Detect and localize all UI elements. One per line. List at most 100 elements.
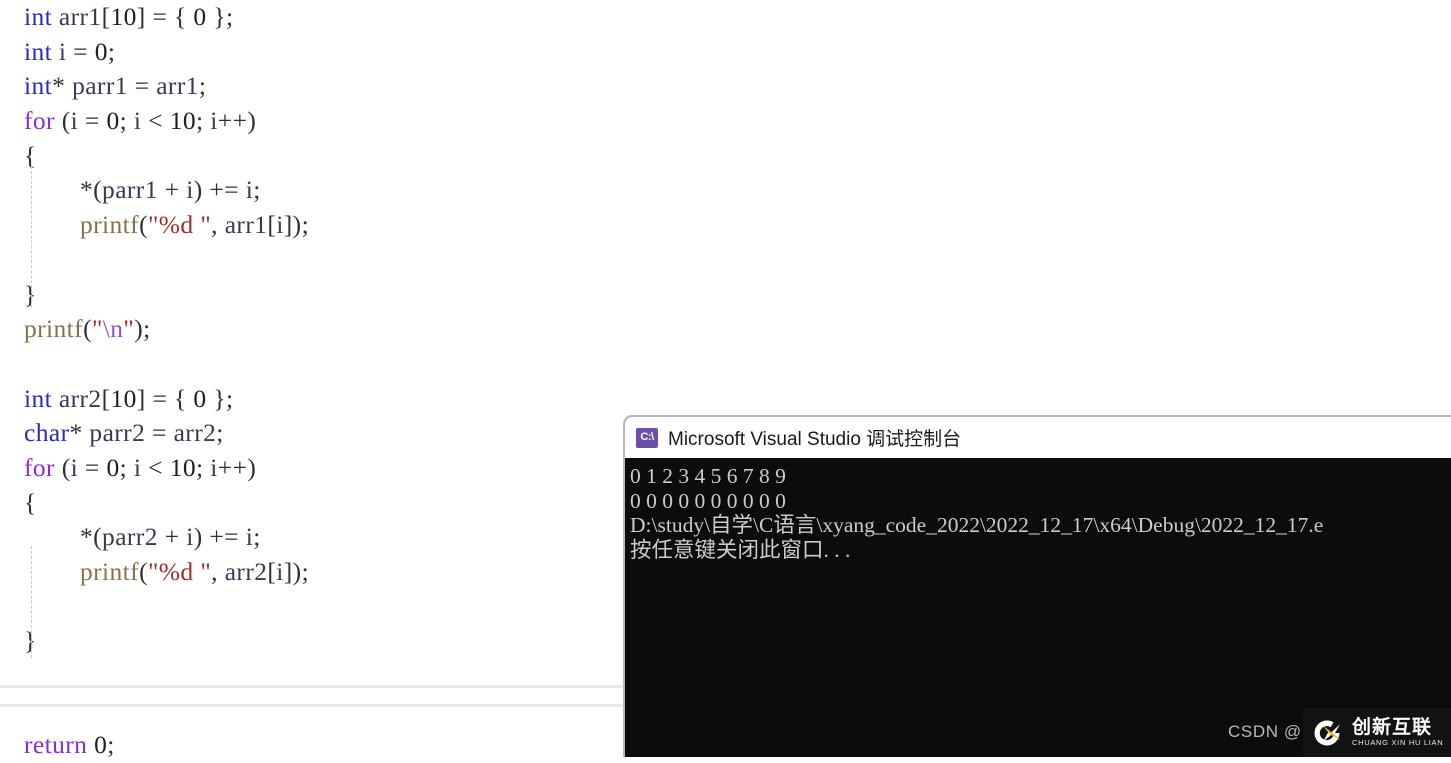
csdn-watermark-label: CSDN @ bbox=[1228, 722, 1302, 741]
code-token: ( bbox=[54, 106, 71, 136]
code-token: ]); bbox=[283, 210, 310, 240]
code-token: printf bbox=[24, 314, 84, 344]
code-line[interactable] bbox=[0, 347, 1451, 382]
code-token: \n bbox=[102, 314, 124, 344]
code-token: return bbox=[24, 730, 88, 760]
code-token: ; bbox=[196, 106, 211, 136]
code-line[interactable]: } bbox=[0, 278, 1451, 313]
code-token: int bbox=[24, 2, 53, 31]
code-token: ) += bbox=[193, 522, 246, 552]
console-app-icon: C:\ bbox=[636, 427, 658, 448]
code-token: { bbox=[24, 487, 37, 517]
code-token: 10 bbox=[169, 106, 197, 136]
code-token: 0 bbox=[106, 106, 120, 136]
csdn-watermark: CSDN @ bbox=[1228, 722, 1302, 742]
code-token: ) += bbox=[193, 175, 246, 205]
code-token: arr1 bbox=[156, 71, 199, 101]
code-token: = bbox=[78, 452, 107, 482]
code-token: for bbox=[24, 452, 55, 482]
console-output-line: 0 1 2 3 4 5 6 7 8 9 bbox=[630, 464, 786, 488]
code-token: parr2 bbox=[89, 418, 146, 448]
brand-logo: 创新互联 CHUANG XIN HU LIAN bbox=[1303, 708, 1451, 757]
code-token: i bbox=[276, 210, 284, 240]
code-token: ; bbox=[216, 418, 224, 448]
console-window[interactable]: C:\ Microsoft Visual Studio 调试控制台 0 1 2 … bbox=[623, 415, 1451, 757]
code-line[interactable]: for (i = 0; i < 10; i++) bbox=[0, 104, 1451, 139]
code-token: i bbox=[70, 106, 79, 136]
brand-logo-pinyin: CHUANG XIN HU LIAN bbox=[1352, 737, 1444, 747]
code-token: + bbox=[157, 175, 187, 205]
code-token: ; bbox=[107, 36, 116, 66]
code-token: int bbox=[24, 71, 53, 101]
code-token: "%d " bbox=[147, 210, 212, 240]
code-line[interactable]: { bbox=[0, 139, 1451, 174]
console-titlebar[interactable]: C:\ Microsoft Visual Studio 调试控制台 bbox=[625, 417, 1451, 458]
code-token: ; bbox=[119, 452, 134, 482]
console-output-line: D:\study\自学\C语言\xyang_code_2022\2022_12_… bbox=[630, 513, 1324, 537]
code-token: ; bbox=[253, 522, 261, 552]
code-token: ; bbox=[198, 71, 207, 101]
brand-logo-mark-icon bbox=[1309, 715, 1345, 751]
code-line[interactable]: *(parr1 + i) += i; bbox=[0, 173, 1451, 208]
code-token: 10 bbox=[169, 452, 197, 482]
code-token: }; bbox=[206, 2, 234, 31]
code-line[interactable]: int i = 0; bbox=[0, 35, 1451, 70]
code-line[interactable]: int arr2[10] = { 0 }; bbox=[0, 382, 1451, 417]
code-token: ]); bbox=[283, 557, 310, 586]
code-token: ); bbox=[134, 314, 151, 344]
code-token: " bbox=[91, 314, 103, 344]
code-token: * bbox=[52, 71, 73, 101]
code-token: parr2 bbox=[102, 522, 158, 552]
indent-guide-block-1 bbox=[31, 166, 33, 308]
code-token: for bbox=[24, 106, 55, 136]
code-token: printf bbox=[80, 210, 140, 240]
code-token: *( bbox=[80, 522, 103, 552]
code-token: i bbox=[276, 557, 284, 586]
code-token: 0 bbox=[94, 730, 108, 760]
code-token: = bbox=[66, 36, 95, 66]
code-line[interactable]: printf("%d ", arr1[i]); bbox=[0, 208, 1451, 243]
code-token: int bbox=[24, 383, 53, 413]
code-token: ; bbox=[196, 452, 211, 482]
code-line[interactable]: printf("\n"); bbox=[0, 312, 1451, 347]
code-token: *( bbox=[80, 175, 103, 205]
code-token: 0 bbox=[94, 36, 108, 66]
code-line[interactable]: int* parr1 = arr1; bbox=[0, 69, 1451, 104]
code-token: arr2 bbox=[224, 557, 268, 586]
code-token: < bbox=[141, 452, 170, 482]
code-token: , bbox=[211, 557, 225, 586]
code-token: [ bbox=[267, 557, 277, 586]
code-token: , bbox=[211, 210, 225, 240]
code-token: char bbox=[24, 418, 70, 448]
code-token: i bbox=[70, 452, 79, 482]
code-token: ++) bbox=[217, 452, 257, 482]
brand-logo-chinese: 创新互联 bbox=[1352, 716, 1433, 738]
code-token: ( bbox=[139, 210, 148, 240]
code-token: ; bbox=[253, 175, 261, 205]
code-token: [ bbox=[267, 210, 277, 240]
code-token: 10 bbox=[110, 2, 137, 31]
code-token: 10 bbox=[110, 383, 137, 413]
code-token: ; bbox=[107, 730, 115, 760]
code-token: ++) bbox=[217, 106, 257, 136]
code-token: ( bbox=[139, 557, 148, 586]
code-token: arr2 bbox=[58, 383, 102, 413]
code-token: ( bbox=[83, 314, 92, 344]
console-app-icon-label: C:\ bbox=[640, 431, 654, 443]
code-token: ; bbox=[119, 106, 134, 136]
console-output-line: 按任意键关闭此窗口. . . bbox=[630, 537, 851, 562]
code-token: + bbox=[157, 522, 187, 552]
code-token: i bbox=[186, 522, 194, 552]
code-token: " bbox=[123, 314, 135, 344]
code-token: ] = { bbox=[136, 2, 194, 31]
code-token: arr1 bbox=[58, 2, 102, 31]
code-line[interactable] bbox=[0, 243, 1451, 278]
code-token: * bbox=[69, 418, 90, 448]
code-token: ( bbox=[54, 452, 71, 482]
code-token: ] = { bbox=[136, 383, 194, 413]
code-line[interactable]: int arr1[10] = { 0 }; bbox=[0, 0, 1451, 35]
code-token: parr1 bbox=[102, 175, 158, 205]
